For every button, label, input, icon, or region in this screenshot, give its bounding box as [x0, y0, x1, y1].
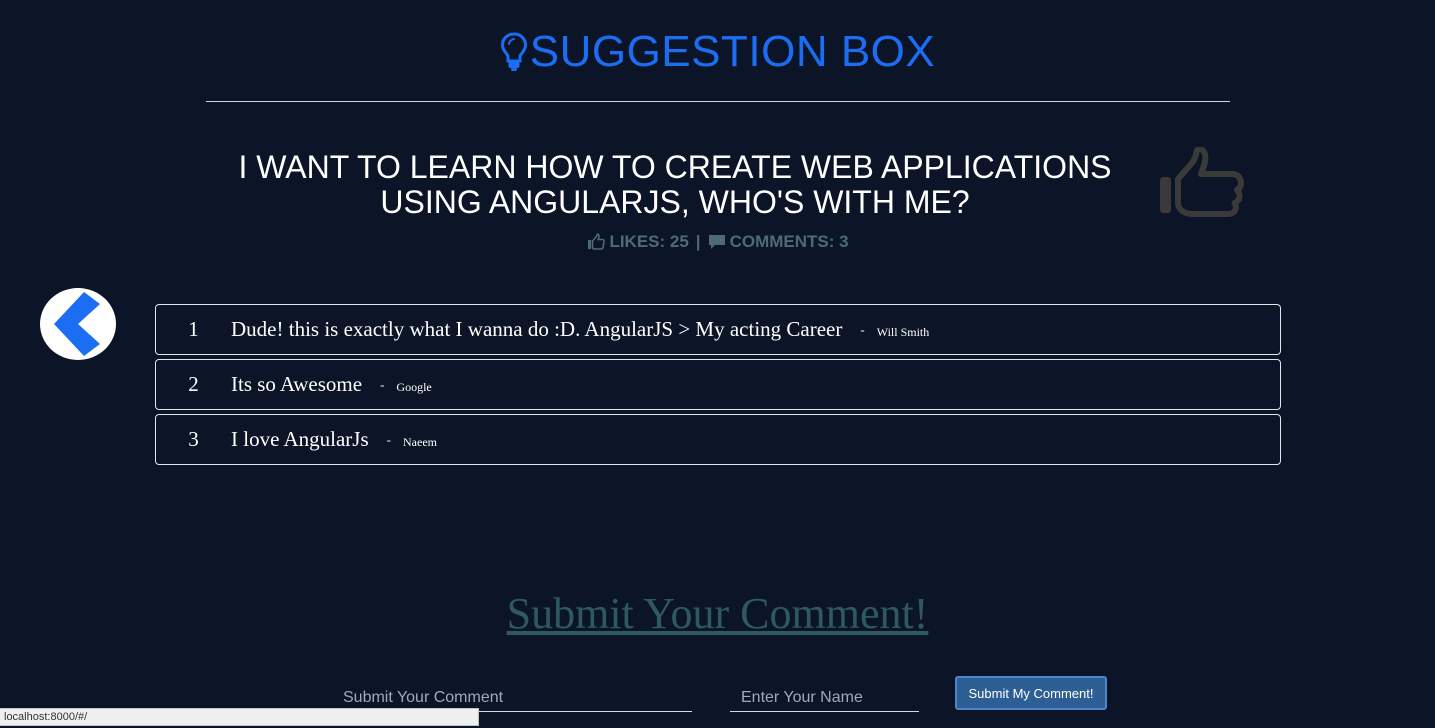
- submit-comment-button[interactable]: Submit My Comment!: [955, 676, 1107, 710]
- header-divider: [206, 101, 1230, 102]
- comment-text: Dude! this is exactly what I wanna do :D…: [231, 317, 843, 341]
- comment-author: Will Smith: [876, 325, 930, 339]
- comment-index: 2: [188, 372, 199, 396]
- comment-text: I love AngularJs: [231, 427, 369, 451]
- comment-item: 3 I love AngularJs - Naeem: [155, 414, 1281, 465]
- comment-item: 1 Dude! this is exactly what I wanna do …: [155, 304, 1281, 355]
- comment-item: 2 Its so Awesome - Google: [155, 359, 1281, 410]
- topic-stats: LIKES: 25 | COMMENTS: 3: [200, 232, 1236, 252]
- submit-heading: Submit Your Comment!: [0, 588, 1435, 639]
- topic-title: I WANT TO LEARN HOW TO CREATE WEB APPLIC…: [238, 149, 1112, 220]
- comment-author: Google: [396, 380, 432, 394]
- thumbs-up-icon[interactable]: [1156, 147, 1246, 225]
- status-bar-url: localhost:8000/#/: [0, 708, 479, 726]
- comment-author: Naeem: [403, 435, 437, 449]
- likes-count: LIKES: 25: [609, 232, 689, 251]
- lightbulb-icon: [500, 32, 527, 71]
- comments-count: COMMENTS: 3: [729, 232, 849, 251]
- comment-dash: -: [860, 321, 865, 337]
- app-title: SUGGESTION BOX: [529, 27, 936, 76]
- stats-separator: |: [695, 232, 701, 251]
- header: SUGGESTION BOX: [0, 30, 1435, 74]
- submit-heading-link[interactable]: Submit Your Comment!: [507, 589, 929, 638]
- comment-dash: -: [386, 431, 391, 447]
- like-icon: [588, 233, 606, 250]
- name-input[interactable]: [730, 684, 919, 712]
- comment-dash: -: [380, 376, 385, 392]
- comment-list: 1 Dude! this is exactly what I wanna do …: [155, 304, 1281, 469]
- comment-icon: [708, 235, 725, 249]
- chevron-left-icon: [54, 292, 100, 356]
- back-button[interactable]: [40, 288, 116, 360]
- comment-index: 3: [188, 427, 199, 451]
- comment-text: Its so Awesome: [231, 372, 363, 396]
- comment-index: 1: [188, 317, 199, 341]
- brand: SUGGESTION BOX: [500, 30, 936, 74]
